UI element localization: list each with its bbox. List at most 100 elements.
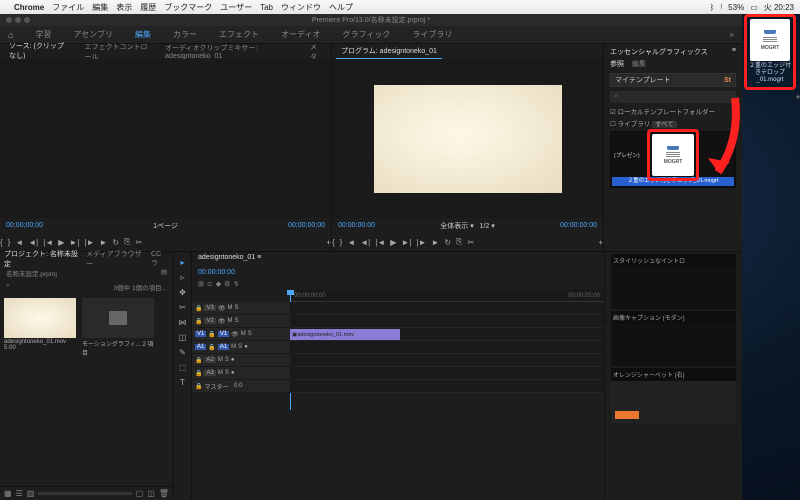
p-play-icon[interactable]: ▶ bbox=[390, 238, 396, 247]
app-name[interactable]: Chrome bbox=[14, 3, 44, 12]
mark-out-icon[interactable]: } bbox=[8, 238, 11, 247]
list-view-icon[interactable]: ☰ bbox=[16, 489, 23, 498]
ess-tab-edit[interactable]: 編集 bbox=[632, 59, 646, 71]
timeline-tc[interactable]: 00:00:00:00 bbox=[198, 269, 235, 276]
menu-edit[interactable]: 編集 bbox=[92, 2, 108, 13]
program-fit[interactable]: 全体表示 bbox=[440, 223, 468, 230]
selection-tool-icon[interactable]: ▸ bbox=[177, 256, 189, 268]
ws-edit[interactable]: 編集 bbox=[135, 29, 151, 40]
menu-history[interactable]: 履歴 bbox=[140, 2, 156, 13]
p-mark-out-icon[interactable]: } bbox=[340, 238, 343, 247]
tab-program[interactable]: プログラム: adesigntoneko_01 bbox=[336, 44, 442, 59]
mark-in-icon[interactable]: { bbox=[0, 238, 3, 247]
loop-icon[interactable]: ↻ bbox=[112, 238, 119, 247]
razor-tool-icon[interactable]: ✂ bbox=[177, 301, 189, 313]
program-tc-in[interactable]: 00:00:00:00 bbox=[338, 222, 375, 229]
menu-window[interactable]: ウィンドウ bbox=[281, 2, 321, 13]
star-icon[interactable]: ★ bbox=[795, 93, 800, 101]
bin-folder[interactable]: モーショングラフィ... 2 項目 bbox=[82, 298, 154, 358]
ws-assembly[interactable]: アセンブリ bbox=[73, 29, 113, 40]
wifi-icon[interactable]: ⧙ bbox=[720, 2, 722, 12]
trash-icon[interactable]: 🗑 bbox=[159, 489, 169, 498]
insert-icon[interactable]: ⎘ bbox=[124, 237, 130, 247]
desktop-mogrt-file[interactable]: MOGRT ２重のエッジ付きテロップ_01.mogrt bbox=[744, 14, 796, 90]
freeform-icon[interactable]: ▥ bbox=[27, 489, 35, 498]
a2-lock-icon[interactable]: 🔒 bbox=[195, 357, 202, 364]
ws-effects[interactable]: エフェクト bbox=[219, 29, 259, 40]
slip-tool-icon[interactable]: ⋈ bbox=[177, 316, 189, 328]
p-prev-icon[interactable]: |◄ bbox=[375, 238, 385, 247]
menu-user[interactable]: ユーザー bbox=[220, 2, 252, 13]
source-pager[interactable]: 1ページ bbox=[153, 221, 178, 231]
filter-icon[interactable]: ▤ bbox=[161, 268, 167, 278]
overwrite-icon[interactable]: ✂ bbox=[135, 238, 142, 247]
p-goto-in-icon[interactable]: ◄ bbox=[347, 238, 355, 247]
my-templates-btn[interactable]: マイテンプレート bbox=[615, 75, 671, 85]
track-v1[interactable]: V1 bbox=[218, 331, 229, 337]
rect-tool-icon[interactable]: ⬚ bbox=[177, 361, 189, 373]
bin-clip[interactable]: adesigntoneko_01.mov 5:00 bbox=[4, 298, 76, 358]
a3-lock-icon[interactable]: 🔒 bbox=[195, 370, 202, 377]
play-icon[interactable]: ▶ bbox=[58, 238, 64, 247]
icon-view-icon[interactable]: ▦ bbox=[4, 489, 12, 498]
max-dot[interactable] bbox=[24, 17, 30, 23]
tl-settings-icon[interactable]: ↯ bbox=[233, 280, 239, 288]
timeline-tracks[interactable]: ▣ adesigntoneko_01.mov bbox=[290, 302, 604, 393]
tl-wrench-icon[interactable]: ⚙ bbox=[224, 280, 230, 288]
p-step-fwd-icon[interactable]: |► bbox=[416, 238, 426, 247]
stock-icon[interactable]: St bbox=[724, 77, 731, 84]
source-monitor[interactable] bbox=[0, 59, 331, 218]
tl-snap-icon[interactable]: ⊞ bbox=[198, 280, 204, 288]
menu-tab[interactable]: Tab bbox=[260, 3, 273, 12]
hand-tool-icon[interactable]: ✎ bbox=[177, 346, 189, 358]
track-select-tool-icon[interactable]: ▹ bbox=[177, 271, 189, 283]
tab-cc[interactable]: CC ラ bbox=[151, 251, 169, 268]
track-a3[interactable]: A3 bbox=[204, 370, 215, 376]
menu-bookmark[interactable]: ブックマーク bbox=[164, 2, 212, 13]
program-ratio[interactable]: 1/2 bbox=[480, 223, 490, 230]
step-fwd-icon[interactable]: |► bbox=[84, 238, 94, 247]
next-icon[interactable]: ►| bbox=[69, 238, 79, 247]
v3-lock-icon[interactable]: 🔒 bbox=[195, 305, 202, 312]
bluetooth-icon[interactable]: ᛒ bbox=[710, 3, 715, 12]
p-lift-icon[interactable]: ↻ bbox=[444, 238, 451, 247]
p-extract-icon[interactable]: ⎘ bbox=[456, 237, 462, 247]
track-a2[interactable]: A2 bbox=[204, 357, 215, 363]
menu-help[interactable]: ヘルプ bbox=[329, 2, 353, 13]
template-image-caption[interactable]: 画像キャプション (モダン) bbox=[611, 311, 736, 366]
template-orange-sherbet[interactable]: オレンジシャーベット (右) bbox=[611, 368, 736, 423]
timeline-clip[interactable]: ▣ adesigntoneko_01.mov bbox=[290, 329, 400, 340]
master-lock-icon[interactable]: 🔒 bbox=[195, 383, 202, 390]
add-btn-icon[interactable]: + bbox=[326, 238, 331, 247]
p-next-icon[interactable]: ►| bbox=[401, 238, 411, 247]
proj-search-icon[interactable]: ⌕ bbox=[6, 282, 10, 292]
close-dot[interactable] bbox=[6, 17, 12, 23]
goto-out-icon[interactable]: ► bbox=[99, 238, 107, 247]
goto-in-icon[interactable]: ◄ bbox=[15, 238, 23, 247]
zoom-slider[interactable] bbox=[38, 492, 131, 495]
ws-audio[interactable]: オーディオ bbox=[281, 29, 320, 40]
tl-link-icon[interactable]: ⊂ bbox=[207, 280, 213, 288]
menu-view[interactable]: 表示 bbox=[116, 2, 132, 13]
timeline-title[interactable]: adesigntoneko_01 bbox=[198, 254, 255, 261]
a1-lock-icon[interactable]: 🔒 bbox=[208, 344, 215, 351]
track-v3[interactable]: V3 bbox=[204, 305, 215, 311]
chk-local-folder[interactable]: ☑ ローカルテンプレートフォルダー bbox=[604, 105, 742, 117]
source-tc-in[interactable]: 00;00;00;00 bbox=[6, 222, 43, 229]
step-back-icon[interactable]: ◄| bbox=[28, 238, 38, 247]
track-v2[interactable]: V2 bbox=[204, 318, 215, 324]
ess-tab-browse[interactable]: 参照 bbox=[610, 59, 624, 71]
pen-tool-icon[interactable]: ◫ bbox=[177, 331, 189, 343]
ess-search-input[interactable] bbox=[618, 90, 795, 105]
track-master[interactable]: マスター bbox=[204, 382, 228, 391]
p-export-icon[interactable]: ✂ bbox=[467, 238, 474, 247]
mogrt-template-card[interactable]: MOGRT bbox=[652, 134, 694, 176]
menu-file[interactable]: ファイル bbox=[52, 2, 84, 13]
new-item-icon[interactable]: ◫ bbox=[147, 489, 155, 498]
clock[interactable]: 火 20:23 bbox=[764, 2, 794, 13]
p-step-back-icon[interactable]: ◄| bbox=[360, 238, 370, 247]
program-monitor[interactable] bbox=[332, 59, 603, 218]
home-icon[interactable]: ⌂ bbox=[8, 30, 13, 40]
library-all[interactable]: すべて bbox=[652, 121, 677, 128]
ws-overflow-icon[interactable]: » bbox=[730, 30, 734, 39]
